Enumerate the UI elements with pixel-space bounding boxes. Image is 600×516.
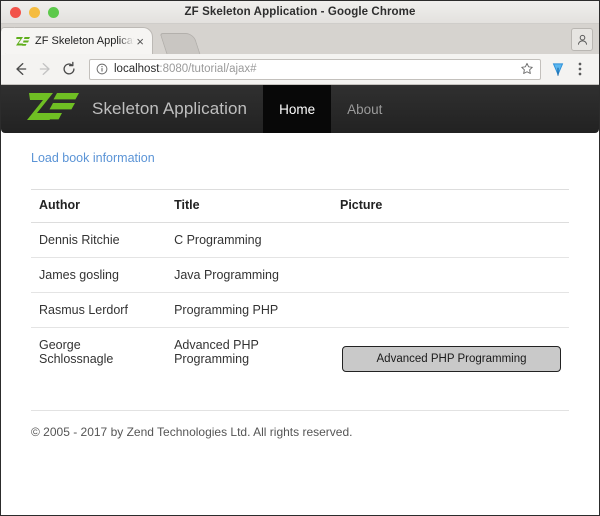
address-bar[interactable]: localhost:8080/tutorial/ajax# bbox=[89, 59, 541, 80]
table-row: Rasmus Lerdorf Programming PHP bbox=[31, 293, 569, 328]
cell-title: Java Programming bbox=[166, 258, 332, 293]
window-controls bbox=[1, 7, 59, 18]
tab-strip: ZF Skeleton Applicatio × bbox=[1, 24, 599, 54]
bookmark-star-icon[interactable] bbox=[520, 62, 534, 76]
cell-picture bbox=[332, 258, 569, 293]
books-table-body: Dennis Ritchie C Programming James gosli… bbox=[31, 223, 569, 383]
browser-window: ZF Skeleton Application - Google Chrome … bbox=[0, 0, 600, 516]
load-book-information-link[interactable]: Load book information bbox=[31, 151, 155, 165]
site-brand[interactable]: Skeleton Application bbox=[1, 85, 263, 133]
cell-title: Advanced PHP Programming bbox=[166, 328, 332, 383]
back-arrow-icon[interactable] bbox=[9, 57, 33, 81]
books-table-head: Author Title Picture bbox=[31, 190, 569, 223]
profile-avatar-icon[interactable] bbox=[571, 28, 593, 51]
close-window-button[interactable] bbox=[10, 7, 21, 18]
minimize-window-button[interactable] bbox=[29, 7, 40, 18]
cell-author: James gosling bbox=[31, 258, 166, 293]
column-header-author: Author bbox=[31, 190, 166, 223]
reload-icon[interactable] bbox=[57, 57, 81, 81]
zf-favicon-icon bbox=[16, 35, 30, 47]
cell-title: Programming PHP bbox=[166, 293, 332, 328]
cell-picture bbox=[332, 223, 569, 258]
maximize-window-button[interactable] bbox=[48, 7, 59, 18]
browser-toolbar: localhost:8080/tutorial/ajax# bbox=[1, 54, 599, 85]
close-icon[interactable]: × bbox=[134, 35, 146, 48]
books-table: Author Title Picture Dennis Ritchie C Pr… bbox=[31, 189, 569, 382]
chrome-menu-icon[interactable] bbox=[569, 57, 591, 81]
window-title: ZF Skeleton Application - Google Chrome bbox=[1, 6, 599, 18]
new-tab-button[interactable] bbox=[160, 33, 201, 54]
cell-title: C Programming bbox=[166, 223, 332, 258]
table-row: Dennis Ritchie C Programming bbox=[31, 223, 569, 258]
cell-author: Rasmus Lerdorf bbox=[31, 293, 166, 328]
cell-picture bbox=[332, 293, 569, 328]
forward-arrow-icon bbox=[33, 57, 57, 81]
footer-copyright: © 2005 - 2017 by Zend Technologies Ltd. … bbox=[31, 425, 569, 439]
cell-author: Dennis Ritchie bbox=[31, 223, 166, 258]
table-row: James gosling Java Programming bbox=[31, 258, 569, 293]
nav-link-about[interactable]: About bbox=[331, 85, 398, 133]
column-header-title: Title bbox=[166, 190, 332, 223]
url-host: localhost bbox=[114, 63, 159, 75]
browser-tab-zf-skeleton[interactable]: ZF Skeleton Applicatio × bbox=[5, 27, 153, 54]
url-text[interactable]: localhost:8080/tutorial/ajax# bbox=[114, 63, 516, 75]
url-path: :8080/tutorial/ajax# bbox=[159, 63, 256, 75]
site-navbar: Skeleton Application Home About bbox=[1, 85, 599, 133]
page-viewport: Skeleton Application Home About Load boo… bbox=[1, 85, 599, 514]
page-content: Load book information Author Title Pictu… bbox=[1, 133, 599, 439]
cell-picture: Advanced PHP Programming bbox=[332, 328, 569, 383]
cell-author: George Schlossnagle bbox=[31, 328, 166, 383]
table-row: George Schlossnagle Advanced PHP Program… bbox=[31, 328, 569, 383]
tab-title: ZF Skeleton Applicatio bbox=[35, 35, 134, 47]
page-info-icon[interactable] bbox=[96, 63, 108, 75]
column-header-picture: Picture bbox=[332, 190, 569, 223]
window-titlebar: ZF Skeleton Application - Google Chrome bbox=[1, 1, 599, 24]
site-nav-links: Home About bbox=[263, 85, 398, 133]
yandex-extension-icon[interactable] bbox=[547, 57, 569, 81]
table-header-row: Author Title Picture bbox=[31, 190, 569, 223]
nav-link-home[interactable]: Home bbox=[263, 85, 331, 133]
footer-divider bbox=[31, 410, 569, 411]
zf-logo-icon bbox=[27, 92, 79, 126]
site-brand-label: Skeleton Application bbox=[92, 99, 247, 119]
broken-image-placeholder[interactable]: Advanced PHP Programming bbox=[342, 346, 561, 372]
